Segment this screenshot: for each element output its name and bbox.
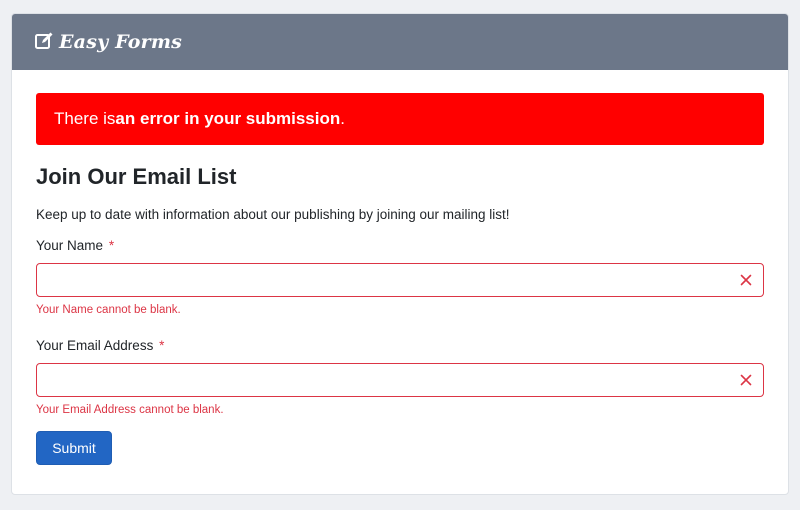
form-body: There is an error in your submission. Jo… [12, 70, 788, 465]
alert-emphasis: an error in your submission [115, 109, 341, 128]
close-icon [739, 273, 753, 287]
name-label: Your Name * [36, 236, 764, 256]
name-label-text: Your Name [36, 238, 104, 253]
email-field-wrapper [36, 363, 764, 397]
name-field-wrapper [36, 263, 764, 297]
form-card: Easy Forms There is an error in your sub… [11, 13, 789, 495]
brand-title: Easy Forms [59, 31, 183, 53]
alert-suffix: . [340, 109, 345, 128]
close-icon [739, 373, 753, 387]
email-label: Your Email Address * [36, 336, 764, 356]
name-input[interactable] [37, 264, 763, 296]
error-alert: There is an error in your submission. [36, 93, 764, 145]
app-header: Easy Forms [12, 14, 788, 70]
email-error: Your Email Address cannot be blank. [36, 404, 224, 416]
required-marker: * [159, 338, 165, 353]
email-input[interactable] [37, 364, 763, 396]
form-description: Keep up to date with information about o… [36, 207, 510, 222]
name-error: Your Name cannot be blank. [36, 304, 181, 316]
required-marker: * [108, 238, 115, 253]
edit-square-icon [34, 31, 54, 51]
alert-prefix: There is [54, 109, 116, 128]
submit-button[interactable]: Submit [36, 431, 112, 465]
form-title: Join Our Email List [36, 164, 237, 189]
email-label-text: Your Email Address [36, 338, 154, 353]
